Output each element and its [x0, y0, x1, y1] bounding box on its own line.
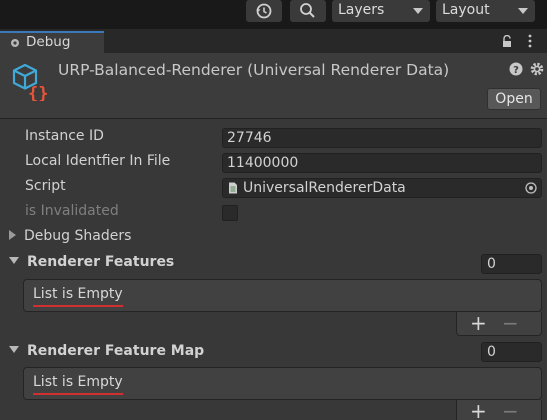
layout-dropdown[interactable]: Layout	[436, 0, 535, 22]
foldout-collapsed-icon	[9, 230, 16, 240]
chevron-down-icon	[518, 8, 528, 14]
more-options-icon[interactable]	[527, 34, 533, 48]
debug-shaders-foldout[interactable]: Debug Shaders	[9, 228, 131, 244]
add-renderer-feature-button[interactable]: +	[470, 312, 487, 334]
foldout-expanded-icon	[9, 257, 19, 264]
foldout-expanded-icon	[9, 346, 19, 353]
debug-tab-icon	[11, 39, 19, 47]
renderer-feature-map-count[interactable]: 0	[481, 342, 542, 362]
layers-dropdown[interactable]: Layers	[332, 0, 430, 22]
renderer-features-list-footer: + −	[456, 312, 542, 336]
renderer-data-asset-icon: {}	[12, 63, 48, 101]
is-invalidated-label: is Invalidated	[25, 203, 119, 219]
renderer-feature-map-foldout[interactable]: Renderer Feature Map	[9, 343, 204, 359]
object-picker-icon[interactable]	[525, 182, 537, 194]
renderer-feature-map-list-footer: + −	[456, 400, 542, 420]
instance-id-field[interactable]: 27746	[222, 128, 542, 148]
script-file-icon	[229, 182, 237, 194]
renderer-feature-map-list: List is Empty	[23, 367, 542, 400]
search-icon	[300, 3, 315, 18]
inspector-header: {} URP-Balanced-Renderer (Universal Rend…	[0, 53, 547, 119]
renderer-features-label: Renderer Features	[27, 254, 175, 270]
search-button[interactable]	[290, 0, 326, 22]
instance-id-label: Instance ID	[25, 128, 104, 144]
inspector-body: Instance ID 27746 Local Identfier In Fil…	[0, 120, 547, 420]
renderer-features-count[interactable]: 0	[481, 254, 542, 274]
add-feature-map-item-button[interactable]: +	[470, 400, 487, 420]
settings-icon[interactable]	[530, 62, 544, 76]
history-button[interactable]	[246, 0, 282, 22]
layout-label: Layout	[442, 2, 490, 18]
remove-renderer-feature-button[interactable]: −	[502, 312, 519, 334]
renderer-feature-map-empty-text: List is Empty	[33, 374, 123, 395]
renderer-features-list: List is Empty	[23, 279, 542, 312]
top-toolbar: Layers Layout	[0, 0, 547, 29]
lock-icon[interactable]	[502, 35, 512, 48]
renderer-feature-map-label: Renderer Feature Map	[27, 343, 205, 359]
script-value: UniversalRendererData	[243, 180, 406, 196]
inspector-title: URP-Balanced-Renderer (Universal Rendere…	[58, 61, 450, 79]
open-button[interactable]: Open	[487, 88, 541, 110]
script-object-field[interactable]: UniversalRendererData	[222, 178, 542, 198]
debug-shaders-label: Debug Shaders	[24, 228, 132, 244]
svg-text:?: ?	[513, 65, 519, 76]
remove-feature-map-item-button[interactable]: −	[502, 400, 519, 420]
chevron-down-icon	[413, 8, 423, 14]
renderer-features-empty-text: List is Empty	[33, 286, 123, 307]
renderer-features-foldout[interactable]: Renderer Features	[9, 254, 174, 270]
layers-label: Layers	[338, 2, 385, 18]
tab-label: Debug	[26, 34, 71, 50]
local-identifier-field[interactable]: 11400000	[222, 153, 542, 173]
script-label: Script	[25, 178, 66, 194]
history-icon	[256, 3, 272, 19]
help-icon[interactable]: ?	[509, 62, 523, 76]
tab-bar: Debug	[0, 29, 547, 53]
local-identifier-label: Local Identfier In File	[25, 153, 171, 169]
svg-text:{}: {}	[28, 84, 48, 101]
is-invalidated-checkbox[interactable]	[222, 205, 238, 221]
tab-debug[interactable]: Debug	[0, 31, 104, 53]
